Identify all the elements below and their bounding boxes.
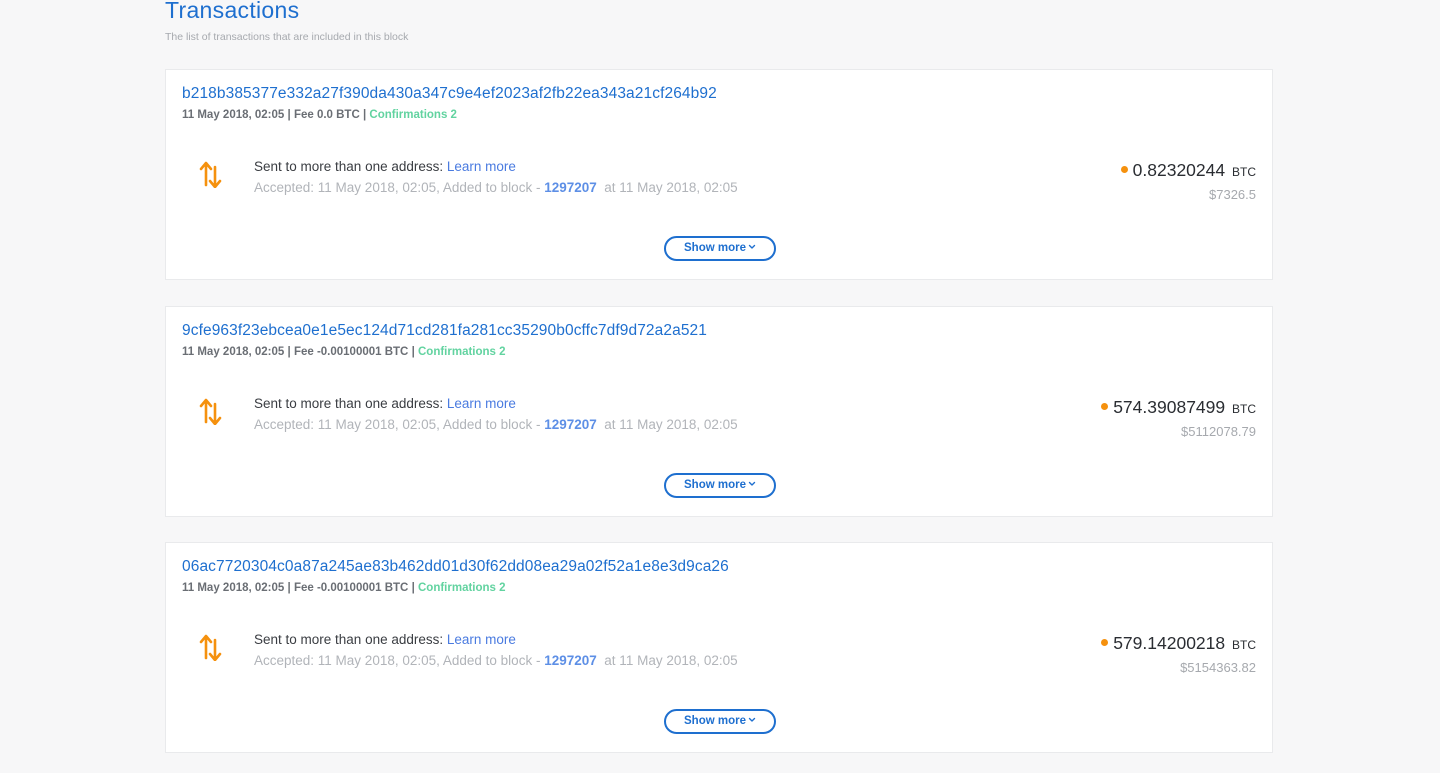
arrows-up-down-icon — [199, 161, 222, 188]
transaction-description: Sent to more than one address: Learn mor… — [254, 396, 516, 411]
description-text: Sent to more than one address: — [254, 632, 444, 647]
accepted-text: Accepted: 11 May 2018, 02:05, Added to b… — [254, 180, 541, 195]
block-number-link[interactable]: 1297207 — [544, 180, 597, 195]
btc-unit: BTC — [1232, 638, 1256, 652]
transaction-meta: 11 May 2018, 02:05 | Fee 0.0 BTC | Confi… — [182, 109, 457, 121]
transaction-description: Sent to more than one address: Learn mor… — [254, 159, 516, 174]
page-subtitle: The list of transactions that are includ… — [165, 31, 409, 43]
usd-amount: $5112078.79 — [1181, 424, 1256, 439]
show-more-label: Show more — [684, 715, 746, 727]
accepted-time: at 11 May 2018, 02:05 — [604, 180, 738, 195]
description-text: Sent to more than one address: — [254, 396, 444, 411]
btc-amount: 579.14200218 — [1113, 633, 1226, 653]
arrows-up-down-icon — [199, 634, 222, 661]
transaction-confirmations: Confirmations 2 — [418, 582, 506, 594]
transaction-hash-link[interactable]: 06ac7720304c0a87a245ae83b462dd01d30f62dd… — [182, 558, 729, 576]
accepted-text: Accepted: 11 May 2018, 02:05, Added to b… — [254, 417, 541, 432]
show-more-label: Show more — [684, 479, 746, 491]
transaction-accepted: Accepted: 11 May 2018, 02:05, Added to b… — [254, 417, 738, 432]
btc-amount-line: 579.14200218 BTC — [1101, 632, 1256, 656]
learn-more-link[interactable]: Learn more — [447, 632, 516, 647]
learn-more-link[interactable]: Learn more — [447, 396, 516, 411]
accepted-time: at 11 May 2018, 02:05 — [604, 653, 738, 668]
transaction-hash-link[interactable]: 9cfe963f23ebcea0e1e5ec124d71cd281fa281cc… — [182, 322, 707, 340]
transaction-description: Sent to more than one address: Learn mor… — [254, 632, 516, 647]
transaction-amount: 579.14200218 BTC $5154363.82 — [1101, 632, 1256, 675]
transaction-date: 11 May 2018, 02:05 — [182, 582, 285, 594]
status-dot-icon — [1120, 165, 1128, 173]
btc-amount-line: 0.82320244 BTC — [1120, 159, 1256, 183]
transaction-card: 06ac7720304c0a87a245ae83b462dd01d30f62dd… — [165, 542, 1273, 753]
status-dot-icon — [1101, 402, 1109, 410]
btc-amount: 574.39087499 — [1113, 397, 1226, 417]
transaction-fee: Fee -0.00100001 BTC — [293, 582, 409, 594]
transaction-meta: 11 May 2018, 02:05 | Fee -0.00100001 BTC… — [182, 346, 506, 358]
chevron-down-icon — [748, 481, 756, 486]
show-more-button[interactable]: Show more — [664, 473, 776, 498]
arrows-up-down-icon — [199, 398, 222, 425]
show-more-button[interactable]: Show more — [664, 709, 776, 734]
transaction-card: 9cfe963f23ebcea0e1e5ec124d71cd281fa281cc… — [165, 306, 1273, 517]
show-more-button[interactable]: Show more — [664, 236, 776, 261]
transaction-amount: 0.82320244 BTC $7326.5 — [1120, 159, 1256, 202]
transaction-date: 11 May 2018, 02:05 — [182, 109, 285, 121]
accepted-text: Accepted: 11 May 2018, 02:05, Added to b… — [254, 653, 541, 668]
usd-amount: $7326.5 — [1209, 187, 1256, 202]
btc-amount: 0.82320244 — [1132, 160, 1226, 180]
transaction-card: b218b385377e332a27f390da430a347c9e4ef202… — [165, 69, 1273, 280]
block-number-link[interactable]: 1297207 — [544, 417, 597, 432]
transaction-hash-link[interactable]: b218b385377e332a27f390da430a347c9e4ef202… — [182, 85, 717, 103]
page-title: Transactions — [165, 0, 300, 23]
transaction-confirmations: Confirmations 2 — [369, 109, 457, 121]
block-number-link[interactable]: 1297207 — [544, 653, 597, 668]
btc-unit: BTC — [1232, 165, 1256, 179]
transaction-fee: Fee -0.00100001 BTC — [293, 346, 409, 358]
transaction-meta: 11 May 2018, 02:05 | Fee -0.00100001 BTC… — [182, 582, 506, 594]
transaction-accepted: Accepted: 11 May 2018, 02:05, Added to b… — [254, 180, 738, 195]
chevron-down-icon — [748, 717, 756, 722]
transaction-fee: Fee 0.0 BTC — [293, 109, 360, 121]
usd-amount: $5154363.82 — [1180, 660, 1256, 675]
accepted-time: at 11 May 2018, 02:05 — [604, 417, 738, 432]
transaction-accepted: Accepted: 11 May 2018, 02:05, Added to b… — [254, 653, 738, 668]
description-text: Sent to more than one address: — [254, 159, 444, 174]
status-dot-icon — [1101, 638, 1109, 646]
learn-more-link[interactable]: Learn more — [447, 159, 516, 174]
show-more-label: Show more — [684, 242, 746, 254]
btc-unit: BTC — [1232, 402, 1256, 416]
transaction-date: 11 May 2018, 02:05 — [182, 346, 285, 358]
transaction-amount: 574.39087499 BTC $5112078.79 — [1101, 396, 1256, 439]
chevron-down-icon — [748, 244, 756, 249]
transaction-confirmations: Confirmations 2 — [418, 346, 506, 358]
btc-amount-line: 574.39087499 BTC — [1101, 396, 1256, 420]
